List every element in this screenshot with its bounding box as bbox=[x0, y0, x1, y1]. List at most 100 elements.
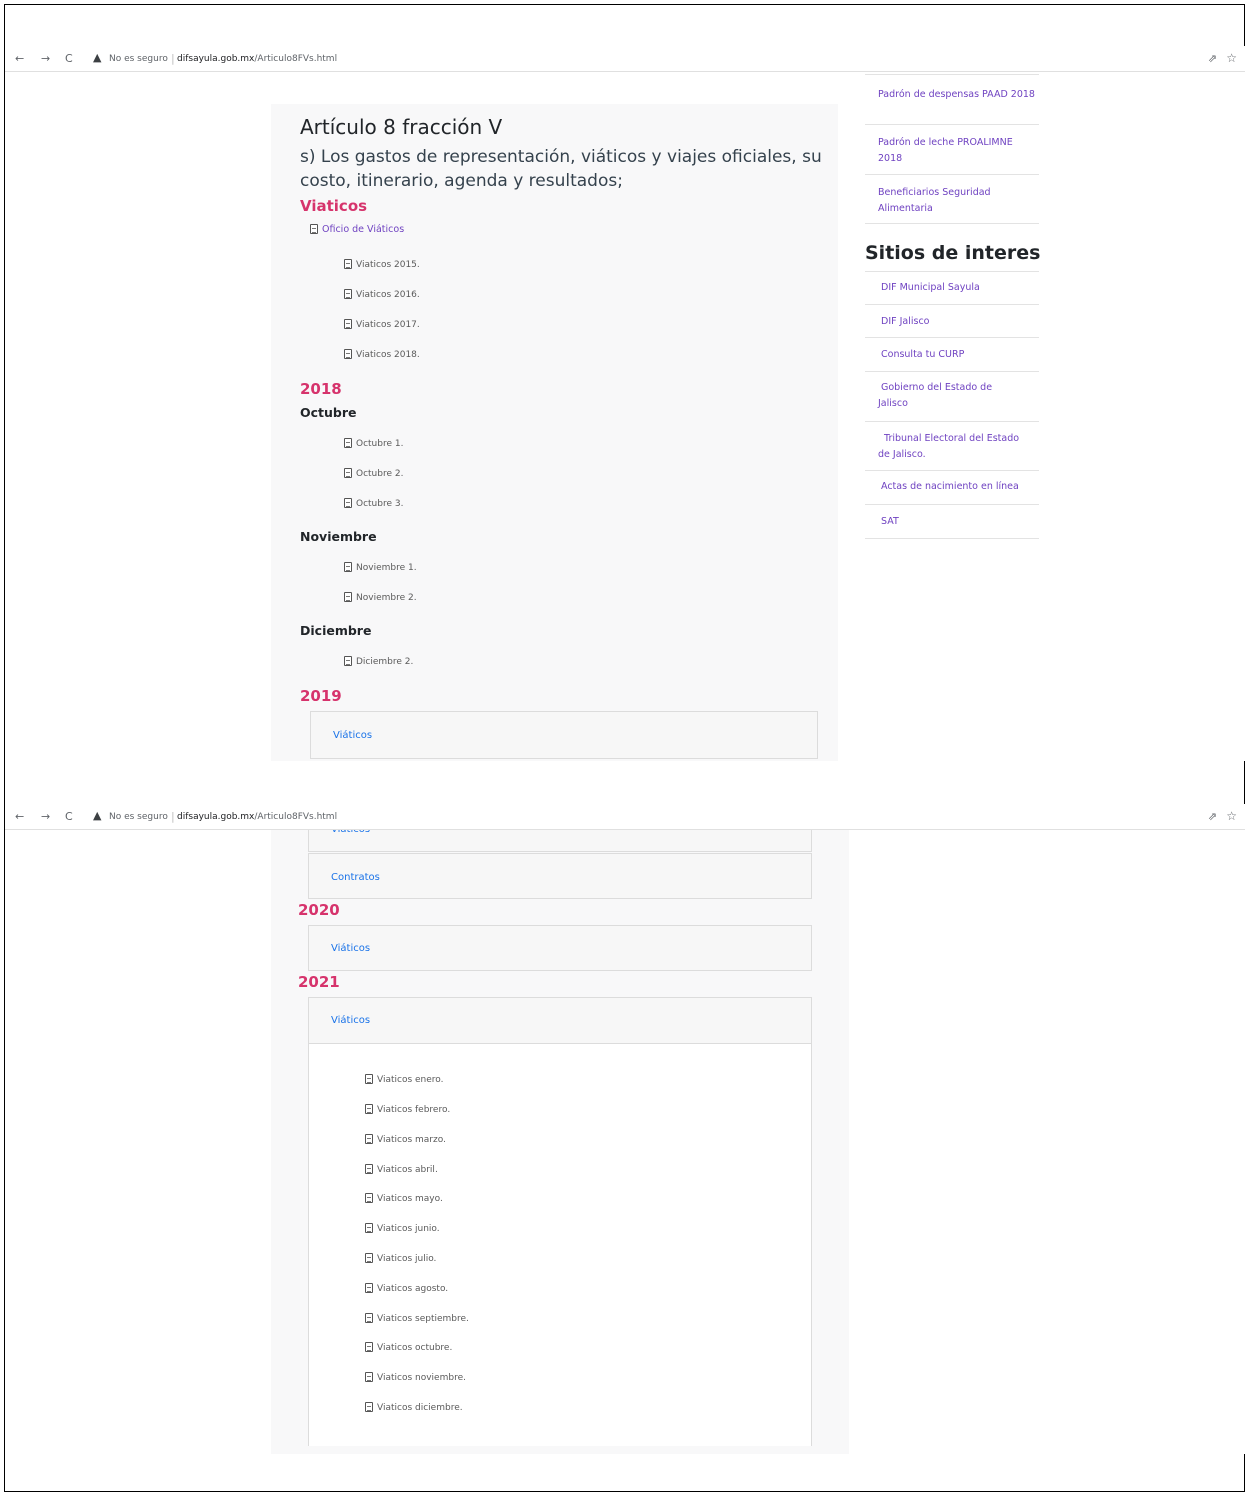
pdf-icon bbox=[344, 498, 352, 508]
right-sidebar: Padrón de despensas PAAD 2018 Padrón de … bbox=[865, 74, 1041, 544]
doc-label: Octubre 2. bbox=[356, 469, 404, 479]
sidebar-site-dif-jalisco[interactable]: DIF Jalisco bbox=[865, 305, 1039, 338]
doc-link-viaticos-enero[interactable]: Viaticos enero. bbox=[365, 1074, 444, 1085]
doc-label: Viaticos octubre. bbox=[377, 1343, 453, 1353]
doc-label: Viaticos julio. bbox=[377, 1254, 437, 1264]
year-2018-heading: 2018 bbox=[300, 380, 342, 398]
doc-link-viaticos-agosto[interactable]: Viaticos agosto. bbox=[365, 1283, 448, 1294]
pdf-icon bbox=[365, 1402, 373, 1412]
sitios-interes-title: Sitios de interes bbox=[865, 242, 1041, 264]
pdf-icon bbox=[344, 349, 352, 359]
oficio-viaticos-link[interactable]: Oficio de Viáticos bbox=[310, 224, 404, 235]
accordion-2021-viaticos[interactable]: Viáticos bbox=[308, 997, 812, 1044]
sidebar-link-beneficiarios[interactable]: Beneficiarios Seguridad Alimentaria bbox=[865, 175, 1039, 224]
address-separator: | bbox=[171, 810, 175, 823]
bookmark-star-icon[interactable]: ☆ bbox=[1226, 51, 1237, 65]
reload-icon[interactable]: C bbox=[65, 52, 73, 65]
accordion-2019-viaticos[interactable]: Viáticos bbox=[310, 711, 818, 759]
doc-label: Viaticos mayo. bbox=[377, 1194, 443, 1204]
sidebar-site-sat[interactable]: SAT bbox=[865, 505, 1039, 539]
back-icon[interactable]: ← bbox=[15, 810, 24, 823]
octubre-heading: Octubre bbox=[300, 405, 357, 420]
doc-link-viaticos-2015[interactable]: Viaticos 2015. bbox=[344, 259, 420, 270]
forward-icon[interactable]: → bbox=[41, 810, 50, 823]
back-icon[interactable]: ← bbox=[15, 52, 24, 65]
doc-link-noviembre-1[interactable]: Noviembre 1. bbox=[344, 562, 417, 573]
diciembre-heading: Diciembre bbox=[300, 623, 372, 638]
pdf-icon bbox=[365, 1223, 373, 1233]
address-bar[interactable]: difsayula.gob.mx/Articulo8FVs.html bbox=[177, 54, 337, 64]
url-path: /Articulo8FVs.html bbox=[254, 54, 338, 64]
doc-label: Viaticos septiembre. bbox=[377, 1314, 469, 1324]
doc-link-viaticos-marzo[interactable]: Viaticos marzo. bbox=[365, 1134, 446, 1145]
share-icon[interactable]: ⇗ bbox=[1208, 52, 1217, 65]
doc-link-diciembre-2[interactable]: Diciembre 2. bbox=[344, 656, 413, 667]
doc-label: Viaticos junio. bbox=[377, 1224, 440, 1234]
doc-link-viaticos-febrero[interactable]: Viaticos febrero. bbox=[365, 1104, 450, 1115]
pdf-icon bbox=[365, 1074, 373, 1084]
accordion-2020-viaticos[interactable]: Viáticos bbox=[308, 925, 812, 971]
warning-icon: ▲ bbox=[93, 51, 102, 64]
doc-link-viaticos-mayo[interactable]: Viaticos mayo. bbox=[365, 1193, 443, 1204]
browser-toolbar: ← → C ▲ No es seguro | difsayula.gob.mx/… bbox=[5, 804, 1245, 830]
sidebar-site-actas[interactable]: Actas de nacimiento en línea bbox=[865, 471, 1039, 505]
doc-link-viaticos-abril[interactable]: Viaticos abril. bbox=[365, 1164, 438, 1175]
sidebar-link-padron-leche[interactable]: Padrón de leche PROALIMNE 2018 bbox=[865, 125, 1039, 175]
doc-link-viaticos-octubre[interactable]: Viaticos octubre. bbox=[365, 1342, 452, 1353]
doc-link-viaticos-diciembre[interactable]: Viaticos diciembre. bbox=[365, 1402, 463, 1413]
share-icon[interactable]: ⇗ bbox=[1208, 810, 1217, 823]
pdf-icon bbox=[344, 562, 352, 572]
accordion-label: Viáticos bbox=[331, 1015, 371, 1026]
doc-link-noviembre-2[interactable]: Noviembre 2. bbox=[344, 592, 417, 603]
doc-label: Viaticos abril. bbox=[377, 1165, 438, 1175]
doc-label: Viaticos 2015. bbox=[356, 260, 420, 270]
doc-link-octubre-1[interactable]: Octubre 1. bbox=[344, 438, 403, 449]
pdf-icon bbox=[365, 1253, 373, 1263]
doc-link-octubre-3[interactable]: Octubre 3. bbox=[344, 498, 403, 509]
doc-link-viaticos-2017[interactable]: Viaticos 2017. bbox=[344, 319, 420, 330]
doc-label: Noviembre 1. bbox=[356, 563, 417, 573]
page-subtitle: s) Los gastos de representación, viático… bbox=[300, 147, 822, 191]
doc-link-viaticos-septiembre[interactable]: Viaticos septiembre. bbox=[365, 1313, 469, 1324]
pdf-icon bbox=[365, 1134, 373, 1144]
accordion-2019-contratos[interactable]: Contratos bbox=[308, 853, 812, 899]
doc-label: Viaticos febrero. bbox=[377, 1105, 451, 1115]
pdf-icon bbox=[344, 468, 352, 478]
doc-label: Diciembre 2. bbox=[356, 657, 414, 667]
sidebar-site-gobierno-jalisco[interactable]: Gobierno del Estado de Jalisco bbox=[865, 372, 1039, 422]
doc-label: Viaticos 2018. bbox=[356, 350, 420, 360]
bookmark-star-icon[interactable]: ☆ bbox=[1226, 809, 1237, 823]
doc-link-viaticos-julio[interactable]: Viaticos julio. bbox=[365, 1253, 436, 1264]
sidebar-site-curp[interactable]: Consulta tu CURP bbox=[865, 338, 1039, 372]
sidebar-site-tribunal-electoral[interactable]: Tribunal Electoral del Estado de Jalisco… bbox=[865, 422, 1039, 471]
noviembre-heading: Noviembre bbox=[300, 529, 377, 544]
doc-label: Octubre 1. bbox=[356, 439, 404, 449]
pdf-icon bbox=[365, 1193, 373, 1203]
pdf-icon bbox=[344, 289, 352, 299]
url-domain: difsayula.gob.mx bbox=[177, 54, 255, 64]
pdf-icon bbox=[365, 1164, 373, 1174]
doc-link-viaticos-noviembre[interactable]: Viaticos noviembre. bbox=[365, 1372, 466, 1383]
sidebar-link-padron-despensas[interactable]: Padrón de despensas PAAD 2018 bbox=[865, 74, 1039, 125]
year-2019-heading: 2019 bbox=[300, 687, 342, 705]
doc-label: Viaticos 2017. bbox=[356, 320, 420, 330]
doc-link-octubre-2[interactable]: Octubre 2. bbox=[344, 468, 403, 479]
pdf-icon bbox=[365, 1342, 373, 1352]
not-secure-label: No es seguro bbox=[109, 812, 168, 822]
year-2021-heading: 2021 bbox=[298, 973, 340, 991]
accordion-label: Viáticos bbox=[331, 943, 371, 954]
browser-screenshot-1: ← → C ▲ No es seguro | difsayula.gob.mx/… bbox=[5, 46, 1245, 761]
reload-icon[interactable]: C bbox=[65, 810, 73, 823]
pdf-icon bbox=[344, 319, 352, 329]
accordion-label: Viáticos bbox=[333, 730, 373, 741]
doc-link-viaticos-2016[interactable]: Viaticos 2016. bbox=[344, 289, 420, 300]
doc-link-viaticos-junio[interactable]: Viaticos junio. bbox=[365, 1223, 440, 1234]
doc-link-viaticos-2018[interactable]: Viaticos 2018. bbox=[344, 349, 420, 360]
forward-icon[interactable]: → bbox=[41, 52, 50, 65]
address-bar[interactable]: difsayula.gob.mx/Articulo8FVs.html bbox=[177, 812, 337, 822]
browser-toolbar: ← → C ▲ No es seguro | difsayula.gob.mx/… bbox=[5, 46, 1245, 72]
browser-screenshot-2: Viaticos ← → C ▲ No es seguro | difsayul… bbox=[5, 804, 1245, 1454]
year-2020-heading: 2020 bbox=[298, 901, 340, 919]
doc-label: Noviembre 2. bbox=[356, 593, 417, 603]
sidebar-site-dif-sayula[interactable]: DIF Municipal Sayula bbox=[865, 271, 1039, 305]
